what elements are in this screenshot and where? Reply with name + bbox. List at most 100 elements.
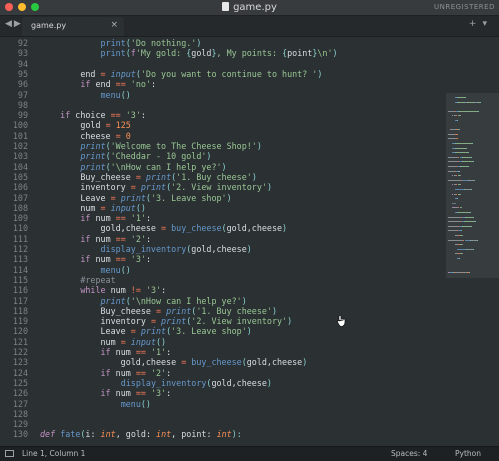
line-number: 128 bbox=[12, 408, 28, 419]
code-token: == bbox=[135, 388, 146, 399]
code-line[interactable]: print('Do nothing.') bbox=[40, 38, 202, 48]
code-line[interactable]: cheese = 0 bbox=[40, 131, 130, 141]
code-line[interactable]: if num == '2': bbox=[40, 367, 172, 378]
minimap-line bbox=[462, 156, 472, 158]
minimap-line bbox=[456, 198, 458, 200]
status-bar: Line 1, Column 1 Spaces: 4 Python bbox=[0, 446, 499, 461]
code-line[interactable]: num = input() bbox=[40, 203, 146, 213]
minimap-line bbox=[471, 156, 473, 158]
minimap-line bbox=[456, 248, 467, 250]
minimap-line bbox=[462, 161, 473, 163]
code-token: if bbox=[80, 254, 91, 265]
code-line[interactable]: print('\nHow can I help ye?') bbox=[40, 162, 226, 172]
tab-navigation[interactable]: ◀▶ bbox=[5, 19, 23, 29]
code-token: : bbox=[161, 285, 167, 296]
code-line[interactable]: Buy_cheese = print('1. Buy cheese') bbox=[40, 172, 257, 182]
code-token: : bbox=[145, 213, 151, 224]
code-line[interactable]: display_inventory(gold,cheese) bbox=[40, 244, 252, 254]
code-editor[interactable]: 92 93 94 95 96 97 98 99 100 101 102 103 104 105 106 107… bbox=[0, 37, 499, 446]
code-token: print bbox=[120, 192, 146, 203]
code-line[interactable]: display_inventory(gold,cheese) bbox=[40, 378, 272, 388]
code-token: == bbox=[115, 254, 126, 265]
code-token: num bbox=[40, 202, 101, 213]
code-token: i: bbox=[85, 429, 101, 440]
code-token: gold,cheese bbox=[246, 357, 303, 368]
code-line[interactable]: def fate(i: int, gold: int, point: int): bbox=[40, 429, 242, 439]
code-token: inventory bbox=[40, 316, 151, 327]
code-area[interactable]: print('Do nothing.') print(f'My gold: {g… bbox=[40, 37, 440, 446]
code-token: ) bbox=[256, 141, 262, 151]
code-line[interactable]: menu() bbox=[40, 265, 131, 275]
syntax-selector[interactable]: Python bbox=[455, 447, 481, 461]
code-line[interactable]: if choice == '3': bbox=[40, 110, 146, 120]
minimap[interactable] bbox=[446, 37, 499, 446]
code-line[interactable]: print('\nHow can I help ye?') bbox=[40, 296, 247, 306]
minimap-line bbox=[459, 129, 460, 131]
code-line[interactable]: print('Cheddar - 10 gold') bbox=[40, 151, 211, 161]
code-token: 'Do you want to continue to hunt? ' bbox=[140, 68, 318, 79]
code-line[interactable]: Buy_cheese = print('1. Buy cheese') bbox=[40, 305, 278, 316]
minimap-line bbox=[460, 166, 469, 167]
indentation-setting[interactable]: Spaces: 4 bbox=[391, 447, 427, 461]
code-line[interactable]: if num == '3': bbox=[40, 388, 172, 399]
code-line[interactable]: #repeat bbox=[40, 274, 116, 285]
code-line[interactable]: gold = 125 bbox=[40, 120, 130, 130]
code-token: if bbox=[100, 367, 111, 378]
line-number: 119 bbox=[12, 316, 28, 327]
code-line[interactable]: if num == '1': bbox=[40, 213, 151, 223]
code-line[interactable]: inventory = print('2. View inventory') bbox=[40, 182, 272, 192]
tab-menu-icon[interactable]: ▾ bbox=[482, 19, 493, 29]
minimap-line bbox=[461, 235, 463, 236]
code-token: Leave bbox=[40, 192, 111, 203]
code-token: print bbox=[161, 316, 187, 327]
code-line[interactable]: if num == '3': bbox=[40, 254, 151, 264]
back-arrow-icon[interactable]: ◀ bbox=[5, 19, 14, 29]
code-line[interactable]: print('Welcome to The Cheese Shop!') bbox=[40, 141, 262, 151]
code-line[interactable]: menu() bbox=[40, 399, 151, 409]
code-token: 'Welcome to The Cheese Shop!' bbox=[110, 141, 257, 151]
code-line[interactable]: gold,cheese = buy_cheese(gold,cheese) bbox=[40, 357, 308, 368]
code-token: , gold: bbox=[115, 429, 157, 440]
code-line[interactable]: inventory = print('2. View inventory') bbox=[40, 316, 293, 327]
panel-toggle-icon[interactable] bbox=[5, 450, 14, 457]
line-number: 102 bbox=[12, 141, 28, 151]
code-token: num bbox=[90, 254, 116, 265]
code-token: num bbox=[110, 347, 136, 357]
tab-game-py[interactable]: game.py × bbox=[22, 17, 124, 36]
code-token: print bbox=[145, 171, 172, 182]
minimap-line bbox=[478, 110, 480, 112]
minimap-line bbox=[448, 239, 464, 241]
code-line[interactable]: num = input() bbox=[40, 337, 167, 347]
code-token: menu bbox=[100, 264, 121, 275]
code-line[interactable]: while num != '3': bbox=[40, 285, 166, 295]
close-tab-icon[interactable]: × bbox=[110, 20, 118, 30]
code-token: #repeat bbox=[80, 274, 116, 285]
code-token: : bbox=[166, 347, 172, 357]
line-number: 104 bbox=[12, 161, 28, 172]
add-tab-icon[interactable]: + bbox=[469, 19, 483, 29]
minimap-line bbox=[459, 193, 461, 195]
code-line[interactable]: if end == 'no': bbox=[40, 79, 156, 89]
code-line[interactable]: end = input('Do you want to continue to … bbox=[40, 69, 322, 79]
minimap-line bbox=[476, 239, 478, 241]
code-line[interactable]: menu() bbox=[40, 90, 131, 100]
minimap-line bbox=[461, 253, 463, 255]
code-line[interactable]: Leave = print('3. Leave shop') bbox=[40, 192, 231, 203]
minimap-line bbox=[457, 212, 470, 213]
code-line[interactable]: if num == '1': bbox=[40, 347, 172, 357]
code-line[interactable]: Leave = print('3. Leave shop') bbox=[40, 326, 252, 336]
minimap-line bbox=[460, 115, 462, 117]
code-token: '2' bbox=[150, 367, 167, 378]
code-token: '3. Leave shop' bbox=[150, 192, 227, 203]
minimap-line bbox=[467, 152, 469, 154]
code-line[interactable]: gold,cheese = buy_cheese(gold,cheese) bbox=[40, 223, 288, 233]
cursor-position[interactable]: Line 1, Column 1 bbox=[22, 447, 85, 461]
code-line[interactable]: if num == '2': bbox=[40, 234, 151, 244]
code-line[interactable]: print(f'My gold: {gold}, My points: {poi… bbox=[40, 48, 338, 58]
code-token: ) bbox=[266, 182, 272, 193]
code-token: print bbox=[166, 305, 192, 316]
line-number: 122 bbox=[12, 347, 28, 357]
